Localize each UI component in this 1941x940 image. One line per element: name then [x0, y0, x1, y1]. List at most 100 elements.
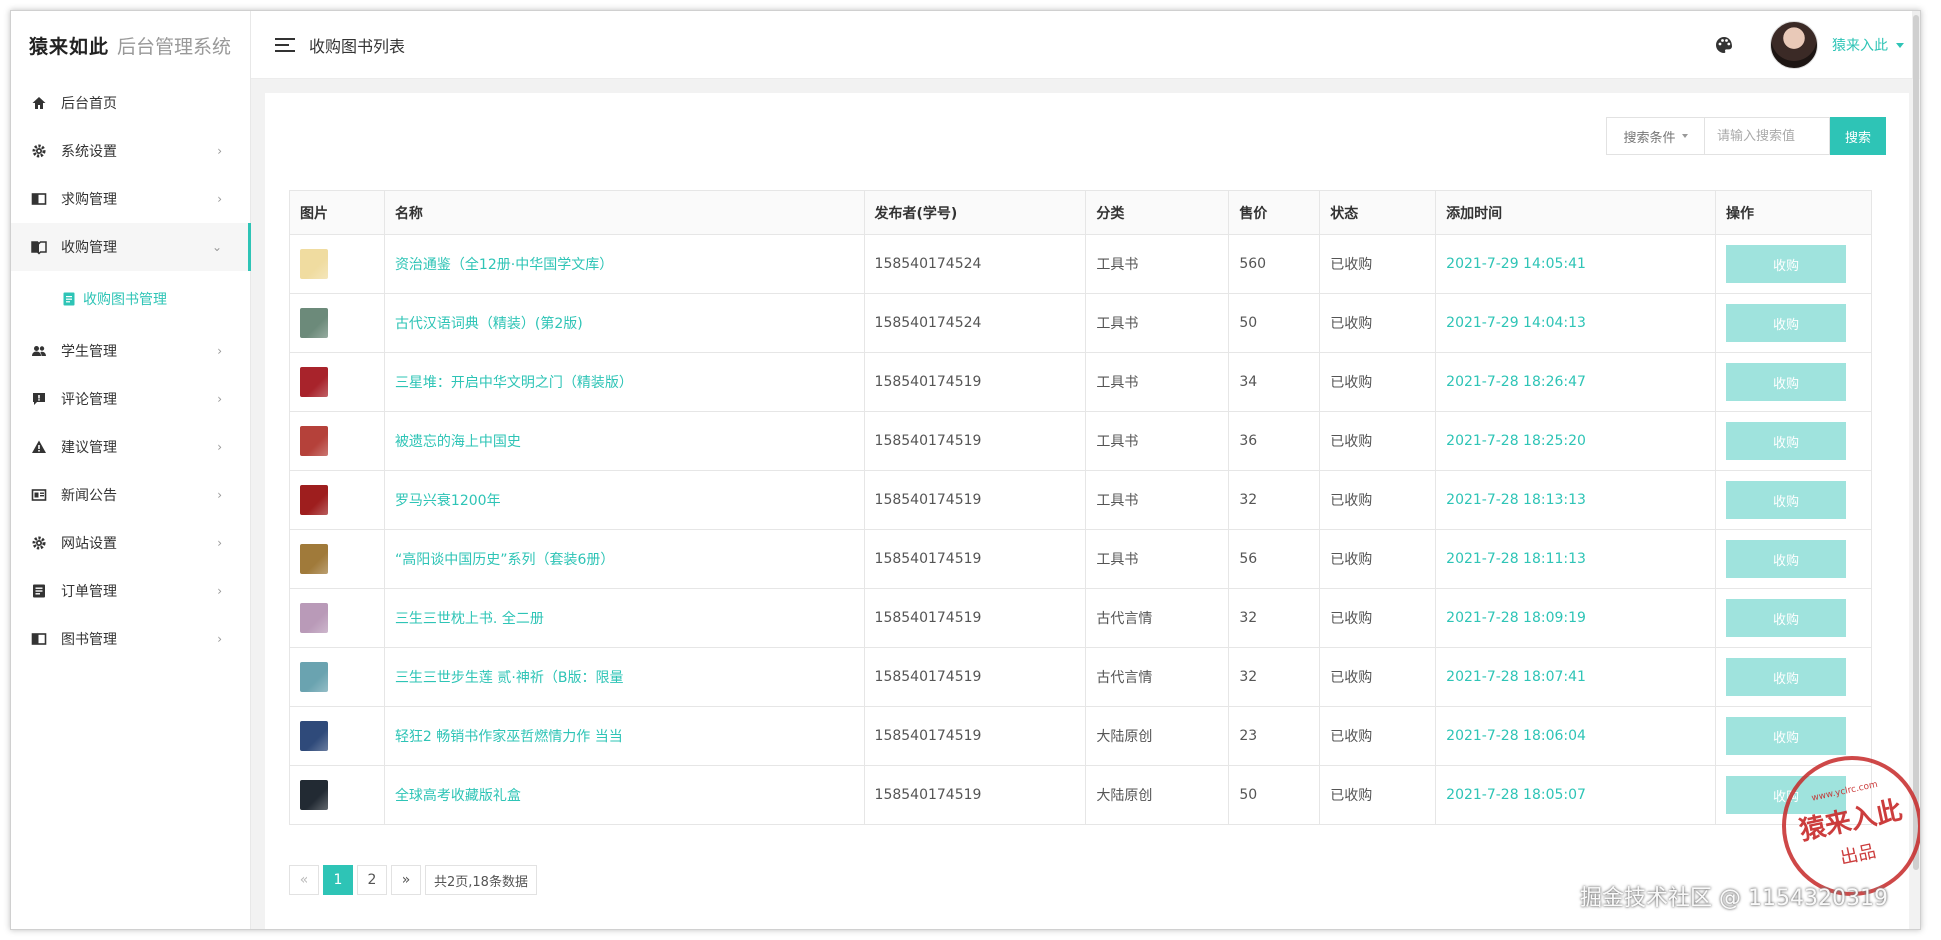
- cell-publisher: 158540174519: [863, 647, 1087, 707]
- sidebar-item-10[interactable]: 图书管理 ›: [11, 615, 250, 663]
- cell-name[interactable]: 资治通鉴（全12册·中华国学文库）: [383, 234, 865, 294]
- cell-name[interactable]: 古代汉语词典（精装）(第2版): [383, 293, 865, 353]
- cell-name[interactable]: “高阳谈中国历史”系列（套装6册）: [383, 529, 865, 589]
- book-cover-image[interactable]: [300, 662, 328, 692]
- sidebar-item-8[interactable]: 网站设置 ›: [11, 519, 250, 567]
- column-header: 状态: [1319, 190, 1437, 235]
- book-cover-image[interactable]: [300, 426, 328, 456]
- cell-name[interactable]: 轻狂2 畅销书作家巫哲燃情力作 当当: [383, 706, 865, 766]
- sidebar-item-label: 后台首页: [61, 96, 117, 112]
- caret-down-icon[interactable]: [1896, 42, 1904, 48]
- book-cover-image[interactable]: [300, 485, 328, 515]
- avatar[interactable]: [1770, 21, 1818, 69]
- purchase-button[interactable]: 收购: [1725, 363, 1846, 401]
- sidebar-item-6[interactable]: 建议管理 ›: [11, 423, 250, 471]
- cell-price: 50: [1228, 765, 1321, 825]
- cell-time: 2021-7-28 18:25:20: [1435, 411, 1716, 471]
- scrollbar[interactable]: [1912, 11, 1920, 870]
- table-row: 轻狂2 畅销书作家巫哲燃情力作 当当 158540174519 大陆原创 23 已收购 2…: [289, 706, 1873, 766]
- search-input[interactable]: [1704, 117, 1830, 155]
- search-condition-select[interactable]: 搜索条件: [1606, 117, 1704, 155]
- menu-toggle-icon[interactable]: [275, 35, 295, 55]
- book-cover-image[interactable]: [300, 544, 328, 574]
- purchase-button[interactable]: 收购: [1725, 422, 1846, 460]
- table-row: 罗马兴衰1200年 158540174519 工具书 32 已收购 2021-7-28 1…: [289, 470, 1873, 530]
- cell-category: 工具书: [1085, 411, 1230, 471]
- cell-image: [289, 293, 385, 353]
- table-row: 资治通鉴（全12册·中华国学文库） 158540174524 工具书 560 已收购 20…: [289, 234, 1873, 294]
- sidebar-subitem-purchased-books[interactable]: 收购图书管理: [11, 271, 250, 327]
- chevron-right-icon: ›: [217, 392, 222, 406]
- news-icon: [31, 487, 47, 503]
- book-icon: [31, 191, 47, 207]
- content-panel: 搜索条件 搜索 图片名称发布者(学号)分类售价状态添加时间操作 资治通鉴（全12…: [265, 93, 1909, 929]
- gear-icon: [31, 143, 47, 159]
- purchase-button[interactable]: 收购: [1725, 245, 1846, 283]
- cell-image: [289, 470, 385, 530]
- cell-category: 工具书: [1085, 470, 1230, 530]
- cell-name[interactable]: 罗马兴衰1200年: [383, 470, 865, 530]
- cell-price: 32: [1228, 647, 1321, 707]
- sidebar-subitem-label: 收购图书管理: [83, 292, 167, 308]
- cell-time: 2021-7-28 18:05:07: [1435, 765, 1716, 825]
- sidebar-item-2[interactable]: 求购管理 ›: [11, 175, 250, 223]
- pager-page-1[interactable]: 1: [323, 865, 353, 895]
- purchase-button[interactable]: 收购: [1725, 540, 1846, 578]
- purchase-button[interactable]: 收购: [1725, 481, 1846, 519]
- cell-name[interactable]: 全球高考收藏版礼盒: [383, 765, 865, 825]
- pager-page-2[interactable]: 2: [357, 865, 387, 895]
- chevron-right-icon: ›: [217, 584, 222, 598]
- sidebar-item-5[interactable]: 评论管理 ›: [11, 375, 250, 423]
- sidebar-item-3[interactable]: 收购管理 ⌄: [11, 223, 251, 271]
- pager-prev-button[interactable]: «: [289, 865, 319, 895]
- book-cover-image[interactable]: [300, 367, 328, 397]
- book-icon: [31, 631, 47, 647]
- sidebar-item-label: 学生管理: [61, 344, 117, 360]
- palette-icon[interactable]: [1714, 35, 1734, 55]
- column-header: 图片: [289, 190, 385, 235]
- sidebar-item-0[interactable]: 后台首页: [11, 79, 250, 127]
- cell-status: 已收购: [1319, 765, 1437, 825]
- book-cover-image[interactable]: [300, 308, 328, 338]
- sidebar-item-4[interactable]: 学生管理 ›: [11, 327, 250, 375]
- list-icon: [31, 583, 47, 599]
- cell-name[interactable]: 三星堆：开启中华文明之门（精装版）: [383, 352, 865, 412]
- logo[interactable]: 猿来如此 后台管理系统: [11, 11, 250, 79]
- pagination: «1 2» 共2页,18条数据: [289, 865, 537, 895]
- sidebar-item-9[interactable]: 订单管理 ›: [11, 567, 250, 615]
- book-cover-image[interactable]: [300, 780, 328, 810]
- cell-time: 2021-7-28 18:13:13: [1435, 470, 1716, 530]
- sidebar-item-label: 评论管理: [61, 392, 117, 408]
- column-header: 操作: [1714, 190, 1873, 235]
- sidebar-item-label: 建议管理: [61, 440, 117, 456]
- sidebar-item-7[interactable]: 新闻公告 ›: [11, 471, 250, 519]
- user-name[interactable]: 猿来入此: [1832, 35, 1888, 55]
- watermark: 掘金技术社区 @ 1154320319: [1580, 886, 1888, 911]
- cell-name[interactable]: 被遗忘的海上中国史: [383, 411, 865, 471]
- search-button[interactable]: 搜索: [1830, 117, 1886, 155]
- cell-time: 2021-7-28 18:11:13: [1435, 529, 1716, 589]
- chevron-down-icon: ⌄: [211, 240, 222, 254]
- purchase-button[interactable]: 收购: [1725, 304, 1846, 342]
- cell-publisher: 158540174519: [863, 529, 1087, 589]
- chevron-right-icon: ›: [217, 192, 222, 206]
- cell-price: 23: [1228, 706, 1321, 766]
- app-window: 猿来如此 后台管理系统 后台首页系统设置 › 求购管理 › 收购管理 ⌄ 收购图书管理学生管…: [10, 10, 1921, 930]
- cell-name[interactable]: 三生三世枕上书. 全二册: [383, 588, 865, 648]
- book-cover-image[interactable]: [300, 603, 328, 633]
- cell-publisher: 158540174519: [863, 765, 1087, 825]
- book-cover-image[interactable]: [300, 249, 328, 279]
- cell-publisher: 158540174524: [863, 293, 1087, 353]
- purchase-button[interactable]: 收购: [1725, 599, 1846, 637]
- scrollbar-thumb[interactable]: [1913, 15, 1919, 870]
- cell-status: 已收购: [1319, 647, 1437, 707]
- book-cover-image[interactable]: [300, 721, 328, 751]
- purchase-button[interactable]: 收购: [1725, 717, 1846, 755]
- purchase-button[interactable]: 收购: [1725, 658, 1846, 696]
- pager-next-button[interactable]: »: [391, 865, 421, 895]
- sidebar: 猿来如此 后台管理系统 后台首页系统设置 › 求购管理 › 收购管理 ⌄ 收购图书管理学生管…: [11, 11, 251, 929]
- cell-image: [289, 588, 385, 648]
- sidebar-item-1[interactable]: 系统设置 ›: [11, 127, 250, 175]
- sidebar-item-label: 订单管理: [61, 584, 117, 600]
- cell-name[interactable]: 三生三世步生莲 贰·神祈（B版：限量: [383, 647, 865, 707]
